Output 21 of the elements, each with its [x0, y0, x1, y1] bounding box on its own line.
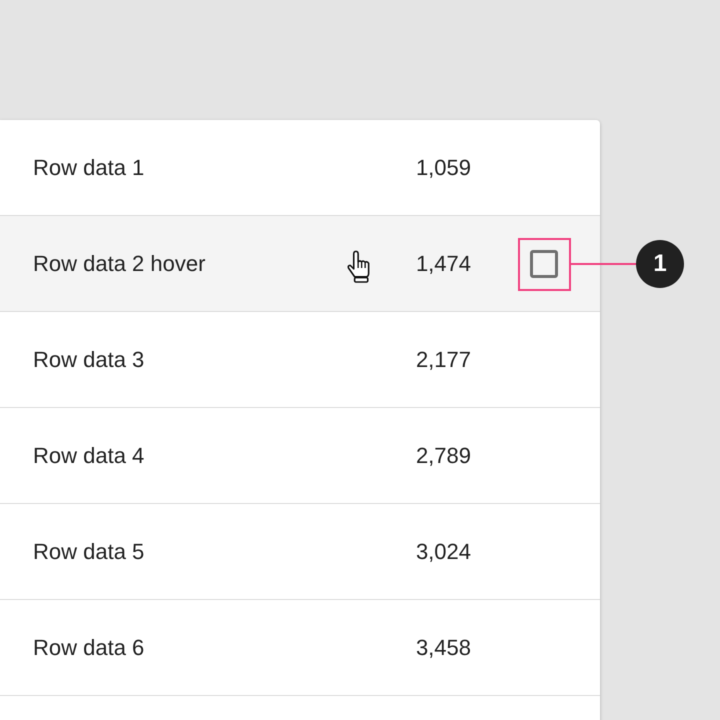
row-value: 3,458 [414, 634, 471, 660]
table-row[interactable]: Row data 2 hover 1,474 [0, 216, 600, 312]
callout-number: 1 [636, 240, 684, 288]
highlight-frame [518, 238, 571, 291]
leader-line [570, 263, 636, 265]
row-value: 3,024 [414, 538, 471, 564]
table-row[interactable]: Row data 3 2,177 [0, 312, 600, 408]
checkbox[interactable] [530, 250, 558, 278]
row-label: Row data 4 [32, 442, 146, 468]
row-label: Row data 2 hover [32, 250, 206, 276]
table-row[interactable]: Row data 5 3,024 [0, 504, 600, 600]
table-row[interactable]: Row data 6 3,458 [0, 600, 600, 696]
row-label: Row data 6 [32, 634, 146, 660]
row-value: 2,789 [414, 442, 471, 468]
row-value: 2,177 [414, 346, 471, 372]
table-row[interactable]: Row data 4 2,789 [0, 408, 600, 504]
row-value: 1,474 [414, 250, 471, 276]
row-label: Row data 3 [32, 346, 146, 372]
row-value: 1,059 [414, 154, 471, 180]
row-label: Row data 1 [32, 154, 146, 180]
row-label: Row data 5 [32, 538, 146, 564]
